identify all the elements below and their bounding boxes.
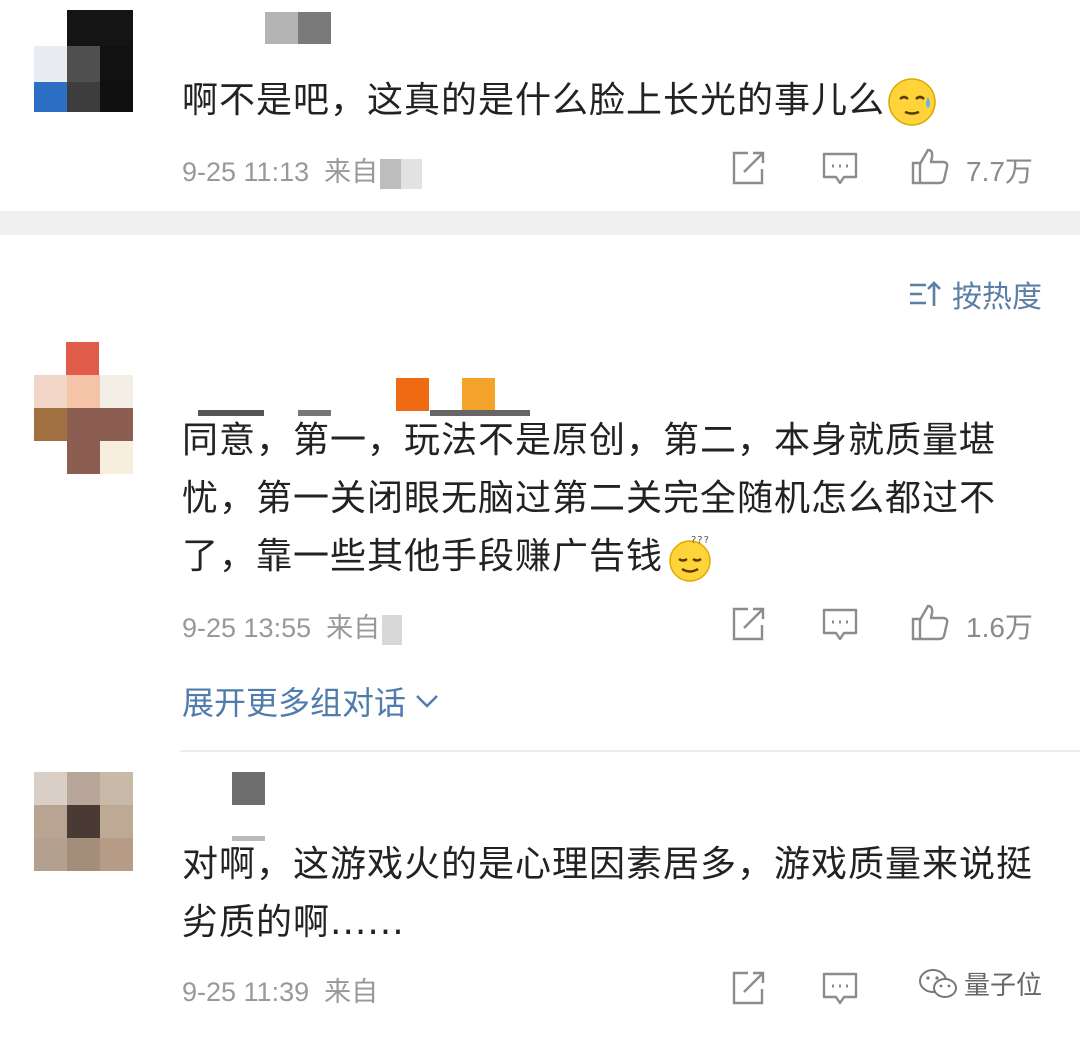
watermark: 量子位 (918, 965, 1042, 1002)
avatar[interactable] (32, 772, 133, 872)
comment-text: 对啊，这游戏火的是心理因素居多，游戏质量来说挺劣质的啊...... (182, 844, 1034, 943)
dizzy-emoji-icon: ??? (669, 535, 711, 582)
source-blurred (380, 158, 423, 189)
like-button[interactable] (910, 602, 950, 642)
wechat-icon (919, 968, 957, 998)
like-count: 7.7万 (966, 156, 1033, 187)
sort-label: 按热度 (952, 280, 1042, 315)
watermark-text: 量子位 (964, 971, 1043, 1001)
comment-meta: 9-25 11:13 来自 (182, 150, 423, 189)
comment-button[interactable] (820, 968, 860, 1008)
comment-meta: 9-25 11:39 来自 (182, 970, 378, 1009)
comment-text: 同意，第一，玩法不是原创，第二，本身就质量堪忧，第一关闭眼无脑过第二关完全随机怎… (182, 412, 1042, 586)
share-button[interactable] (728, 968, 768, 1008)
share-button[interactable] (728, 148, 768, 188)
svg-text:???: ??? (691, 535, 710, 546)
comment-meta: 9-25 13:55 来自 (182, 606, 403, 645)
comment-icon (822, 972, 858, 1005)
share-icon (732, 971, 765, 1005)
comment-button[interactable] (820, 148, 860, 188)
chevron-down-icon (416, 695, 438, 708)
source-label: 来自 (326, 613, 381, 643)
comment-icon (822, 608, 858, 641)
comment-time: 9-25 11:13 (182, 157, 310, 187)
expand-label: 展开更多组对话 (182, 684, 407, 722)
expand-conversations-link[interactable]: 展开更多组对话 (182, 678, 440, 724)
comment-divider (180, 750, 1080, 752)
sweat-emoji-icon (888, 78, 936, 126)
share-icon (732, 607, 765, 641)
like-button[interactable] (910, 146, 950, 186)
comment-text: 啊不是吧，这真的是什么脸上长光的事儿么 (182, 72, 1042, 130)
section-divider (0, 211, 1080, 235)
comment-time: 9-25 13:55 (182, 613, 312, 643)
comment-icon (822, 152, 858, 185)
share-icon (732, 151, 765, 185)
username-blurred[interactable] (232, 772, 266, 842)
comment-button[interactable] (820, 604, 860, 644)
source-label: 来自 (324, 977, 379, 1007)
sort-icon (910, 281, 941, 306)
sort-toggle[interactable]: 按热度 (908, 272, 1042, 316)
like-icon (911, 604, 949, 641)
like-count: 1.6万 (966, 612, 1033, 643)
avatar[interactable] (32, 10, 133, 112)
like-icon (911, 148, 949, 185)
avatar[interactable] (32, 342, 133, 474)
username-blurred[interactable] (265, 12, 331, 44)
share-button[interactable] (728, 604, 768, 644)
source-label: 来自 (324, 157, 379, 187)
source-blurred (382, 614, 403, 645)
comment-time: 9-25 11:39 (182, 977, 310, 1007)
